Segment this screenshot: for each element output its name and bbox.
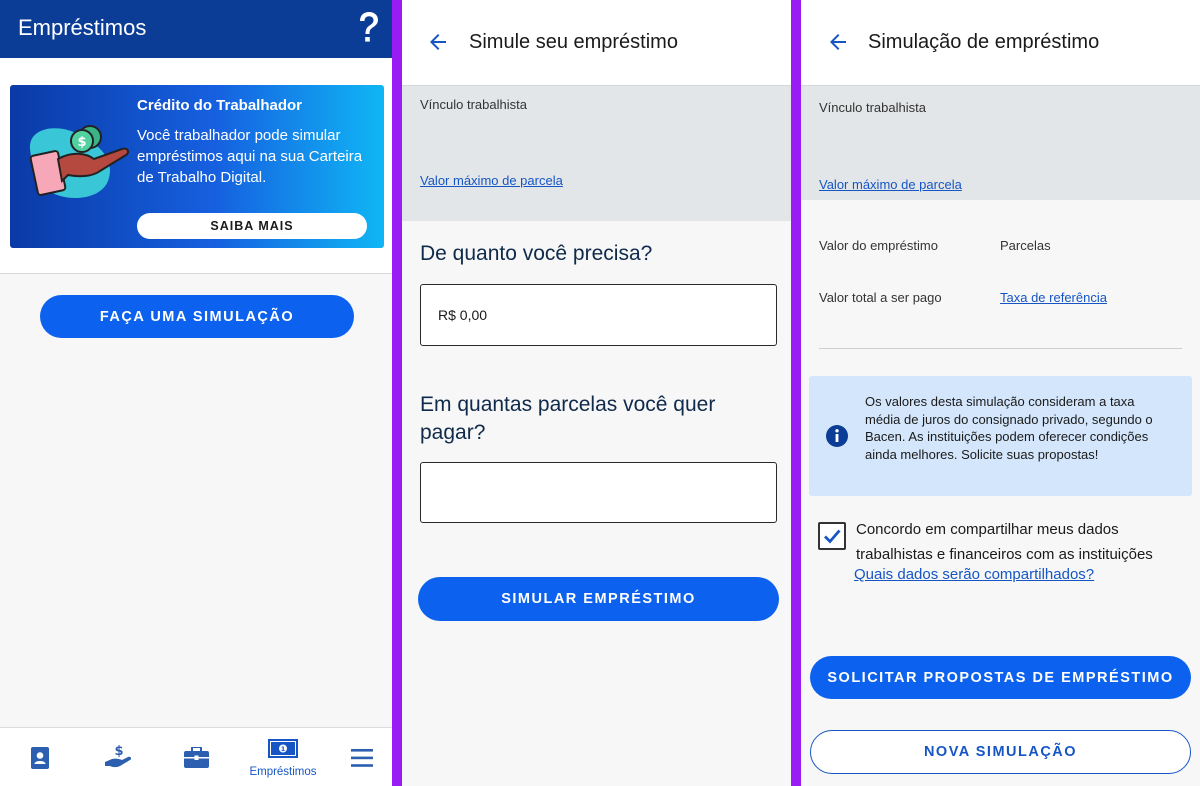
nav-item-emprestimos[interactable]: 1 Empréstimos <box>236 728 330 786</box>
hand-holding-coin-icon: $ <box>29 125 130 199</box>
app-header: Simule seu empréstimo <box>402 0 791 85</box>
info-icon <box>826 425 848 447</box>
nav-item-menu[interactable] <box>330 728 392 786</box>
arrow-back-icon[interactable] <box>426 30 450 54</box>
briefcase-icon <box>184 747 209 768</box>
info-notice: Os valores desta simulação consideram a … <box>809 376 1192 496</box>
max-parcela-link[interactable]: Valor máximo de parcela <box>420 173 563 188</box>
employment-info-block: Vínculo trabalhista Valor máximo de parc… <box>402 85 791 221</box>
info-text: Os valores desta simulação consideram a … <box>865 394 1153 462</box>
vinculo-label: Vínculo trabalhista <box>420 97 527 112</box>
taxa-referencia-link[interactable]: Taxa de referência <box>1000 290 1107 305</box>
amount-input[interactable] <box>420 284 777 346</box>
shared-data-link[interactable]: Quais dados serão compartilhados? <box>854 566 1094 583</box>
question-mark-icon[interactable] <box>354 10 382 46</box>
app-header: Simulação de empréstimo <box>801 0 1200 85</box>
amount-question: De quanto você precisa? <box>420 242 653 265</box>
page-title: Simulação de empréstimo <box>868 31 1100 53</box>
banner-title: Crédito do Trabalhador <box>137 97 303 114</box>
page-title: Empréstimos <box>18 15 147 40</box>
divider <box>819 348 1182 349</box>
app-header: Empréstimos <box>0 0 392 58</box>
total-value-label: Valor total a ser pago <box>819 290 942 305</box>
loan-value-label: Valor do empréstimo <box>819 238 938 253</box>
employment-info-block: Vínculo trabalhista Valor máximo de parc… <box>801 85 1200 200</box>
installments-input[interactable] <box>420 462 777 523</box>
svg-text:1: 1 <box>281 745 286 753</box>
agree-checkbox[interactable] <box>818 522 846 550</box>
svg-text:$: $ <box>77 135 86 150</box>
arrow-back-icon[interactable] <box>826 30 850 54</box>
installments-question: Em quantas parcelas você quer pagar? <box>420 393 716 444</box>
simular-emprestimo-button[interactable]: SIMULAR EMPRÉSTIMO <box>418 577 779 621</box>
simulation-form-panel: Simule seu empréstimo Vínculo trabalhist… <box>402 0 791 786</box>
page-title: Simule seu empréstimo <box>469 31 678 53</box>
banknote-icon: 1 <box>268 739 298 758</box>
installments-label: Parcelas <box>1000 238 1051 253</box>
id-card-icon <box>31 747 49 769</box>
nav-label-emprestimos: Empréstimos <box>249 766 317 778</box>
loans-home-panel: Empréstimos $ Crédito do Trabalhador Voc… <box>0 0 392 786</box>
credito-trabalhador-banner: $ Crédito do Trabalhador Você trabalhado… <box>10 85 384 248</box>
hand-money-icon: $ <box>105 744 132 768</box>
solicitar-propostas-button[interactable]: SOLICITAR PROPOSTAS DE EMPRÉSTIMO <box>810 656 1191 699</box>
banner-text: Você trabalhador pode simular empréstimo… <box>137 127 363 186</box>
nova-simulacao-button[interactable]: NOVA SIMULAÇÃO <box>810 730 1191 774</box>
nav-item-contratos[interactable] <box>158 728 236 786</box>
nav-item-beneficios[interactable]: $ <box>80 728 158 786</box>
vinculo-label: Vínculo trabalhista <box>819 100 926 115</box>
menu-icon <box>351 749 373 767</box>
saiba-mais-button[interactable]: SAIBA MAIS <box>137 213 367 239</box>
faca-simulacao-button[interactable]: FAÇA UMA SIMULAÇÃO <box>40 295 354 338</box>
bottom-nav: $ 1 Empréstimos <box>0 727 392 786</box>
simulation-result-panel: Simulação de empréstimo Vínculo trabalhi… <box>801 0 1200 786</box>
max-parcela-link[interactable]: Valor máximo de parcela <box>819 177 962 192</box>
svg-text:$: $ <box>114 744 123 759</box>
nav-item-carteira[interactable] <box>0 728 80 786</box>
checkmark-icon <box>824 529 841 544</box>
agree-text: Concordo em compartilhar meus dados trab… <box>856 521 1153 563</box>
